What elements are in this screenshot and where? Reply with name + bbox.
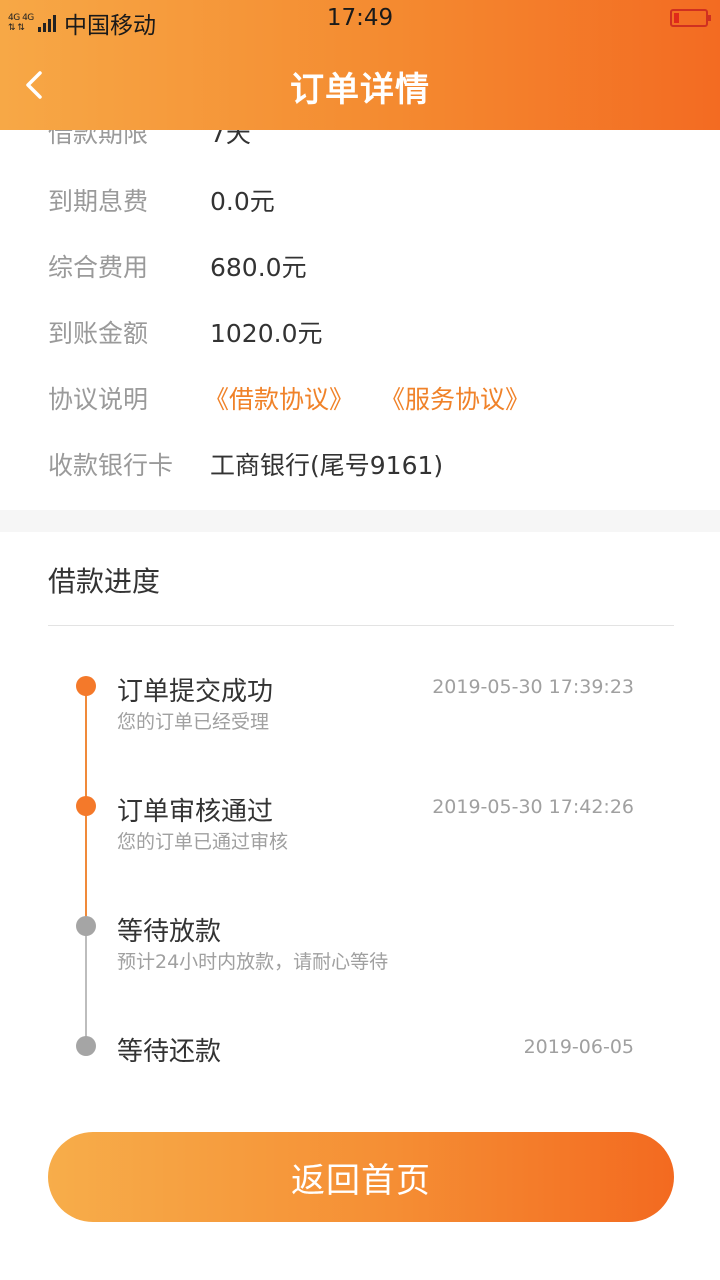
detail-row-agreements: 协议说明 《借款协议》 《服务协议》 [0,380,720,420]
step-time: 2019-06-05 [523,1036,634,1058]
step-title: 订单审核通过 [117,797,274,827]
step-title: 等待还款 [117,1037,222,1067]
divider [48,625,674,626]
section-separator [0,510,720,532]
detail-label: 到账金额 [48,319,149,348]
step-description: 您的订单已经受理 [117,711,270,733]
step-time: 2019-05-30 17:39:23 [432,676,634,698]
step-time: 2019-05-30 17:42:26 [432,796,634,818]
timeline-dot-done [76,676,96,696]
step-description: 您的订单已通过审核 [117,831,289,853]
detail-row-amount: 到账金额 1020.0元 [0,314,720,354]
service-agreement-link[interactable]: 《服务协议》 [380,380,530,416]
page-title: 订单详情 [290,70,430,110]
detail-value: 680.0元 [210,253,307,282]
loan-agreement-link[interactable]: 《借款协议》 [204,380,354,416]
detail-label: 到期息费 [48,187,149,216]
detail-label: 协议说明 [48,385,149,414]
detail-value: 1020.0元 [210,319,323,348]
detail-row-bank-card: 收款银行卡 工商银行(尾号9161) [0,446,720,486]
step-description: 预计24小时内放款，请耐心等待 [117,951,389,973]
return-home-button[interactable]: 返回首页 [48,1132,674,1222]
status-time: 17:49 [326,5,394,31]
step-title: 等待放款 [117,917,222,947]
detail-row-fee: 综合费用 680.0元 [0,248,720,288]
detail-label: 收款银行卡 [48,451,174,480]
progress-section-title: 借款进度 [48,565,161,598]
battery-icon [670,9,711,27]
detail-label: 综合费用 [48,253,149,282]
detail-row-interest: 到期息费 0.0元 [0,182,720,222]
status-bar: 4G 4G ⇅ ⇅ 中国移动 17:49 [0,0,720,40]
timeline-dot-done [76,796,96,816]
detail-value: 0.0元 [210,187,275,216]
detail-value: 工商银行(尾号9161) [210,451,444,480]
step-title: 订单提交成功 [117,677,274,707]
timeline-dot-pending [76,916,96,936]
timeline-dot-pending [76,1036,96,1056]
app-header: 4G 4G ⇅ ⇅ 中国移动 17:49 订单详情 [0,0,720,130]
timeline-line-pending [85,926,87,1046]
